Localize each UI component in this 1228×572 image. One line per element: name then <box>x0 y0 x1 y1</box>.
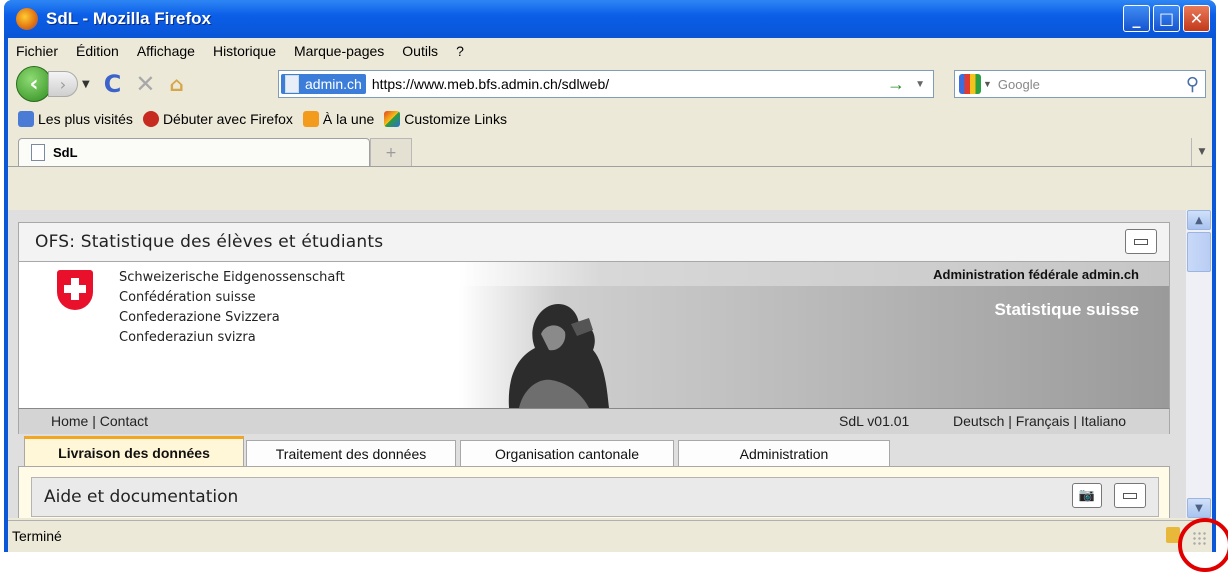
confederation-names: Schweizerische Eidgenossenschaft Confédé… <box>119 268 345 348</box>
tab-panel: Aide et documentation 📷 <box>18 466 1170 518</box>
minimize-icon <box>1134 238 1148 245</box>
menu-fichier[interactable]: Fichier <box>16 43 58 59</box>
rss-feed-icon <box>302 111 319 127</box>
most-visited-icon <box>18 111 34 127</box>
close-button[interactable]: ✕ <box>1183 5 1210 32</box>
menu-affichage[interactable]: Affichage <box>137 43 195 59</box>
bookmarks-toolbar: Les plus visités Débuter avec Firefox À … <box>8 104 1212 134</box>
tab-list-dropdown-icon[interactable]: ▼ <box>1191 138 1212 166</box>
browser-chrome: Fichier Édition Affichage Historique Mar… <box>8 38 1212 552</box>
minimize-icon <box>1123 492 1137 499</box>
engine-dropdown-icon[interactable]: ▼ <box>983 79 992 89</box>
window-controls: _ □ ✕ <box>1123 5 1210 32</box>
bookmark-headlines[interactable]: À la une <box>323 111 374 127</box>
site-nav-strip: Home | Contact SdL v01.01 Deutsch | Fran… <box>18 408 1170 434</box>
tab-administration[interactable]: Administration <box>678 440 890 466</box>
collapse-header-button[interactable] <box>1125 229 1157 254</box>
scroll-down-icon[interactable]: ▼ <box>1187 498 1211 518</box>
web-page: OFS: Statistique des élèves et étudiants… <box>8 210 1186 518</box>
vertical-scrollbar[interactable]: ▲ ▼ <box>1186 210 1212 518</box>
statistique-suisse-label: Statistique suisse <box>994 300 1139 319</box>
version-label: SdL v01.01 <box>839 413 910 429</box>
status-bar: Terminé <box>8 520 1212 551</box>
page-header-bar: OFS: Statistique des élèves et étudiants <box>18 222 1170 262</box>
new-tab-button[interactable]: + <box>370 138 412 166</box>
scroll-up-icon[interactable]: ▲ <box>1187 210 1211 230</box>
status-text: Terminé <box>12 528 62 544</box>
scroll-thumb[interactable] <box>1187 232 1211 272</box>
windows-links-icon <box>384 111 401 127</box>
home-icon[interactable]: ⌂ <box>169 72 183 96</box>
stop-icon[interactable]: ✕ <box>135 70 155 98</box>
url-text[interactable]: https://www.meb.bfs.admin.ch/sdlweb/ <box>372 76 609 92</box>
tab-livraison[interactable]: Livraison des données <box>24 436 244 466</box>
window-title: SdL - Mozilla Firefox <box>46 9 211 28</box>
language-links[interactable]: Deutsch | Français | Italiano <box>953 413 1126 429</box>
help-section-title: Aide et documentation <box>44 487 239 507</box>
menu-historique[interactable]: Historique <box>213 43 276 59</box>
tab-bar: SdL + ▼ <box>8 134 1212 167</box>
help-section-header: Aide et documentation 📷 <box>31 477 1159 517</box>
tab-title: SdL <box>53 145 78 160</box>
menu-marque-pages[interactable]: Marque-pages <box>294 43 384 59</box>
app-tabs: Livraison des données Traitement des don… <box>18 436 1170 466</box>
address-bar[interactable]: admin.ch https://www.meb.bfs.admin.ch/sd… <box>278 70 934 98</box>
firefox-start-icon <box>142 111 159 127</box>
name-romansh: Confederaziun svizra <box>119 330 256 345</box>
title-bar[interactable]: SdL - Mozilla Firefox _ □ ✕ <box>4 0 1216 38</box>
page-icon <box>285 75 299 93</box>
banner-photo <box>508 304 609 408</box>
tab-sdl[interactable]: SdL <box>18 138 370 166</box>
swiss-admin-banner: Schweizerische Eidgenossenschaft Confédé… <box>18 262 1170 408</box>
maximize-button[interactable]: □ <box>1153 5 1180 32</box>
admin-ch-link[interactable]: Administration fédérale admin.ch <box>933 267 1139 282</box>
page-icon <box>31 144 45 161</box>
tab-traitement[interactable]: Traitement des données <box>246 440 456 466</box>
go-arrow-icon[interactable]: → <box>887 74 905 95</box>
menu-edition[interactable]: Édition <box>76 43 119 59</box>
bookmark-getting-started[interactable]: Débuter avec Firefox <box>163 111 293 127</box>
camera-icon[interactable]: 📷 <box>1072 483 1102 508</box>
firefox-icon <box>16 8 38 30</box>
bookmark-customize-links[interactable]: Customize Links <box>404 111 507 127</box>
history-dropdown-icon[interactable]: ▼ <box>82 79 90 90</box>
minimize-button[interactable]: _ <box>1123 5 1150 32</box>
highlight-circle <box>1178 518 1228 572</box>
page-title: OFS: Statistique des élèves et étudiants <box>35 232 384 252</box>
navigation-toolbar: ‹ › ▼ C ✕ ⌂ admin.ch https://www.meb.bfs… <box>8 64 1212 104</box>
search-box[interactable]: ▼ Google ⚲ <box>954 70 1206 98</box>
menu-help[interactable]: ? <box>456 43 464 59</box>
browser-window: SdL - Mozilla Firefox _ □ ✕ Fichier Édit… <box>4 0 1216 552</box>
forward-button[interactable]: › <box>48 71 78 97</box>
collapse-section-button[interactable] <box>1114 483 1146 508</box>
tab-organisation[interactable]: Organisation cantonale <box>460 440 674 466</box>
bookmark-most-visited[interactable]: Les plus visités <box>38 111 133 127</box>
back-button[interactable]: ‹ <box>16 66 52 102</box>
google-engine-icon[interactable] <box>959 74 981 94</box>
name-french: Confédération suisse <box>119 290 256 305</box>
page-viewport: OFS: Statistique des élèves et étudiants… <box>8 210 1212 518</box>
search-icon[interactable]: ⚲ <box>1186 74 1199 95</box>
home-contact-links[interactable]: Home | Contact <box>51 413 148 429</box>
reload-icon[interactable]: C <box>104 70 122 98</box>
site-identity-button[interactable]: admin.ch <box>281 74 366 94</box>
search-placeholder[interactable]: Google <box>998 77 1040 92</box>
name-italian: Confederazione Svizzera <box>119 310 280 325</box>
name-german: Schweizerische Eidgenossenschaft <box>119 270 345 285</box>
menu-outils[interactable]: Outils <box>402 43 438 59</box>
swiss-coat-of-arms-icon <box>57 270 93 310</box>
site-identity-label: admin.ch <box>305 76 362 92</box>
url-dropdown-icon[interactable]: ▼ <box>915 79 925 90</box>
menu-bar: Fichier Édition Affichage Historique Mar… <box>8 38 1212 64</box>
